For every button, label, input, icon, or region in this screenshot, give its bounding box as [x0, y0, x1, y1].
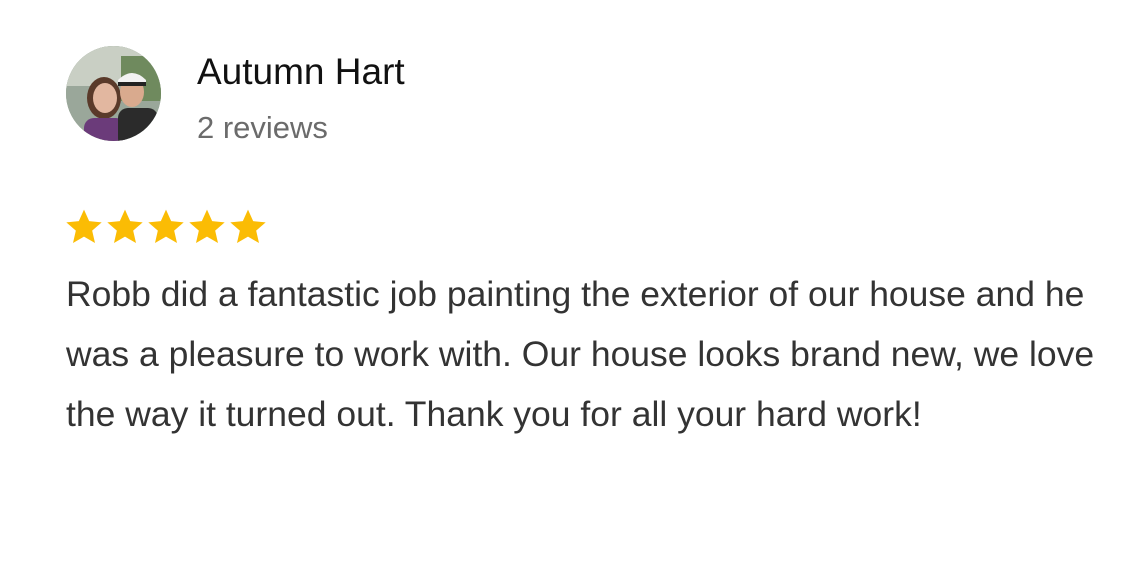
star-icon: [230, 209, 266, 243]
review-count[interactable]: 2 reviews: [197, 108, 405, 148]
reviewer-name[interactable]: Autumn Hart: [197, 50, 405, 94]
review-header: Autumn Hart 2 reviews: [66, 46, 405, 148]
star-icon: [107, 209, 143, 243]
reviewer-info: Autumn Hart 2 reviews: [197, 50, 405, 148]
star-rating: [64, 207, 268, 247]
review-text: Robb did a fantastic job painting the ex…: [66, 274, 1095, 434]
review-card: Autumn Hart 2 reviews Robb did a fantast…: [0, 0, 1133, 561]
star-icon: [189, 209, 225, 243]
star-icon: [66, 209, 102, 243]
avatar[interactable]: [66, 46, 161, 141]
star-icon: [148, 209, 184, 243]
avatar-photo-icon: [66, 46, 161, 141]
